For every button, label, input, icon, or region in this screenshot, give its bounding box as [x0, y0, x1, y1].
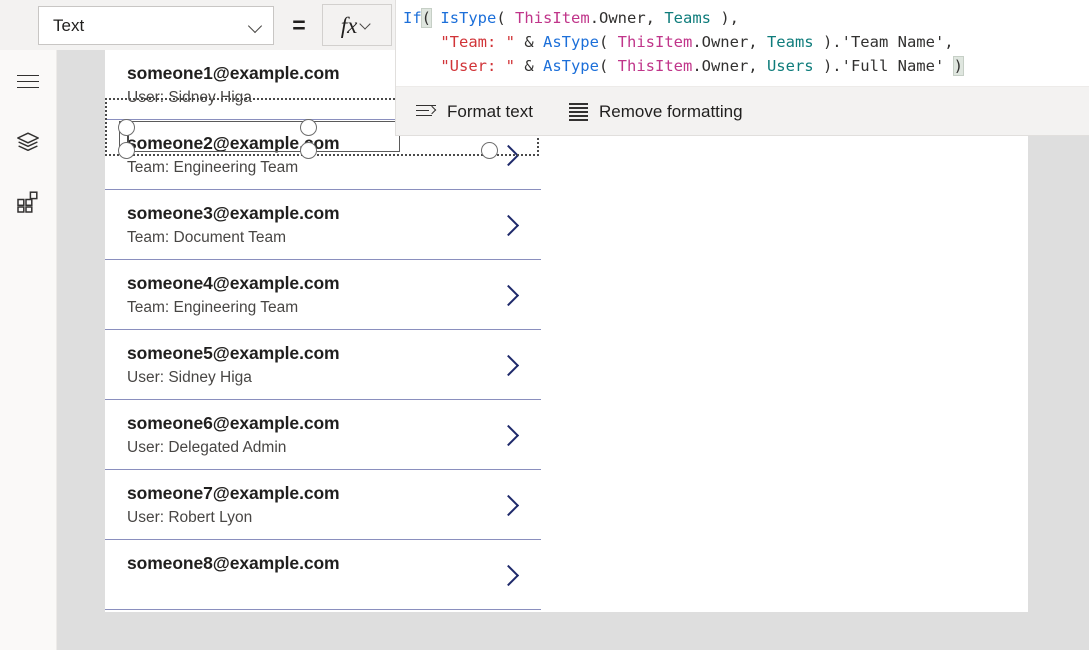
formula-token: ),	[711, 9, 740, 27]
formula-token: ThisItem	[515, 9, 590, 27]
gallery-item-subtitle: Team: Engineering Team	[127, 299, 299, 316]
gallery-item-subtitle: User: Robert Lyon	[127, 509, 253, 526]
formula-token: )	[952, 56, 965, 76]
fx-glyph: fx	[340, 12, 358, 38]
formula-token: "Team: "	[440, 33, 515, 51]
left-navigation-rail	[0, 50, 57, 650]
formula-token: AsType	[542, 57, 599, 75]
formula-token	[403, 33, 440, 51]
gallery-item-title: someone5@example.com	[127, 343, 340, 363]
formula-token	[403, 57, 440, 75]
resize-handle-bottom-center[interactable]	[300, 142, 317, 159]
property-select[interactable]: Text	[38, 6, 274, 45]
formula-token: ThisItem	[617, 57, 693, 75]
resize-handle-top-left[interactable]	[118, 119, 135, 136]
chevron-right-icon[interactable]	[500, 144, 516, 166]
gallery-item-title: someone8@example.com	[127, 553, 340, 573]
gallery-item-title: someone3@example.com	[127, 203, 340, 223]
equals-label: =	[292, 12, 306, 38]
chevron-down-icon	[361, 19, 373, 31]
formula-token: ).'Full Name'	[813, 57, 954, 75]
formula-token: AsType	[542, 33, 599, 51]
format-text-button[interactable]: Format text	[412, 94, 537, 128]
chevron-right-icon[interactable]	[500, 424, 516, 446]
gallery-item-title: someone4@example.com	[127, 273, 340, 293]
formula-token: (	[598, 57, 618, 75]
gallery-item[interactable]: someone7@example.com User: Robert Lyon	[105, 470, 541, 540]
formula-editor-panel: If( IsType( ThisItem.Owner, Teams ), "Te…	[395, 0, 1089, 136]
gallery-item[interactable]: someone5@example.com User: Sidney Higa	[105, 330, 541, 400]
remove-formatting-label: Remove formatting	[598, 101, 743, 121]
formula-token: &	[514, 57, 543, 75]
formula-token: IsType	[440, 9, 497, 27]
formula-token: "User: "	[440, 57, 515, 75]
gallery-item[interactable]: someone6@example.com User: Delegated Admi…	[105, 400, 541, 470]
formula-token: ThisItem	[617, 33, 693, 51]
formula-input[interactable]: If( IsType( ThisItem.Owner, Teams ), "Te…	[396, 0, 1089, 86]
gallery-item[interactable]: someone4@example.com Team: Engineering Te…	[105, 260, 541, 330]
format-text-icon	[416, 104, 437, 119]
formula-token: (	[496, 9, 516, 27]
chevron-down-icon	[249, 19, 263, 33]
format-text-label: Format text	[447, 101, 533, 121]
chevron-right-icon[interactable]	[500, 214, 516, 236]
formula-token: .Owner,	[692, 33, 767, 51]
layers-icon	[17, 132, 39, 152]
sidebar-item-menu[interactable]	[0, 58, 56, 106]
canvas-bottom-band	[57, 612, 1089, 650]
formula-token: &	[514, 33, 543, 51]
formula-line: "Team: " & AsType( ThisItem.Owner, Teams…	[396, 30, 1089, 54]
resize-handle-bottom-right[interactable]	[481, 142, 498, 159]
remove-formatting-button[interactable]: Remove formatting	[565, 94, 747, 128]
chevron-right-icon[interactable]	[500, 494, 516, 516]
property-select-value: Text	[53, 16, 85, 35]
resize-handle-bottom-left[interactable]	[118, 142, 135, 159]
remove-formatting-icon	[568, 103, 588, 121]
design-canvas[interactable]: someone1@example.com User: Sidney Higa som…	[57, 50, 1089, 650]
formula-token: Users	[766, 57, 814, 75]
gallery-item-subtitle: Team: Document Team	[127, 229, 287, 246]
gallery-item[interactable]: someone8@example.com	[105, 540, 541, 610]
gallery-item-subtitle: User: Delegated Admin	[127, 439, 287, 456]
formula-format-toolbar: Format text Remove formatting	[396, 86, 1089, 135]
formula-token: .Owner,	[589, 9, 665, 27]
resize-handle-top-center[interactable]	[300, 119, 317, 136]
sidebar-item-tree-view[interactable]	[0, 118, 56, 166]
formula-token: (	[598, 33, 618, 51]
gallery-item-title: someone6@example.com	[127, 413, 340, 433]
components-grid-icon	[17, 191, 38, 213]
gallery-item-title: someone7@example.com	[127, 483, 340, 503]
formula-line: If( IsType( ThisItem.Owner, Teams ),	[396, 6, 1089, 30]
chevron-right-icon[interactable]	[500, 564, 516, 586]
formula-line: "User: " & AsType( ThisItem.Owner, Users…	[396, 54, 1089, 78]
sidebar-item-insert[interactable]	[0, 178, 56, 226]
app-root: Text = fx If( IsType( ThisItem.Owner, Te…	[0, 0, 1089, 650]
formula-token: (	[420, 8, 433, 28]
gallery-item-subtitle: User: Sidney Higa	[127, 369, 252, 386]
fx-button[interactable]: fx	[322, 4, 392, 46]
formula-token: If	[403, 9, 422, 27]
formula-token: .Owner,	[692, 57, 767, 75]
formula-token	[431, 9, 440, 27]
formula-token: Teams	[766, 33, 814, 51]
chevron-right-icon[interactable]	[500, 284, 516, 306]
formula-token: Teams	[664, 9, 712, 27]
chevron-right-icon[interactable]	[500, 354, 516, 376]
gallery-item[interactable]: someone3@example.com Team: Document Team	[105, 190, 541, 260]
gallery-item-subtitle: Team: Engineering Team	[127, 159, 299, 176]
formula-token: ).'Team Name',	[813, 33, 954, 51]
hamburger-menu-icon	[17, 75, 39, 89]
